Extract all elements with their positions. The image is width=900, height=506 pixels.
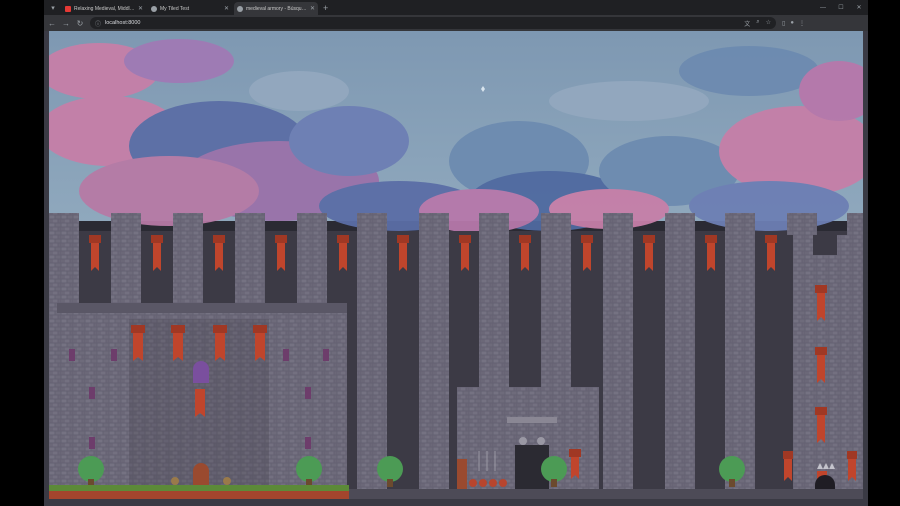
viewport-border-right (863, 31, 868, 499)
left-keep (49, 303, 349, 499)
close-tab-icon[interactable]: ✕ (224, 5, 229, 12)
translate-icon[interactable]: 文 (744, 19, 750, 28)
youtube-favicon-icon (65, 5, 71, 12)
address-bar[interactable]: ⓘ localhost:8000 文 ⌕ ☆ (90, 17, 776, 29)
tab-youtube[interactable]: Relaxing Medieval, Middle Ag ✕ (62, 2, 146, 15)
globe-favicon-icon (151, 5, 157, 12)
sidebar-icon[interactable]: ▯ (782, 20, 785, 27)
tab-search[interactable]: medieval armory - Búsqueda c ✕ (234, 2, 318, 15)
tab-tiled-test[interactable]: My Tiled Test ✕ (148, 2, 232, 15)
tab-strip: ▾ Relaxing Medieval, Middle Ag ✕ My Tile… (44, 0, 868, 15)
profile-icon[interactable]: ● (790, 20, 794, 27)
maximize-icon[interactable]: ☐ (832, 0, 850, 15)
tree (719, 456, 745, 482)
zoom-icon[interactable]: ⌕ (756, 19, 759, 28)
right-tower (783, 235, 863, 499)
minimize-icon[interactable]: — (814, 0, 832, 15)
navigation-toolbar: ← → ↻ ⓘ localhost:8000 文 ⌕ ☆ ▯ ● ⋮ (44, 15, 868, 31)
back-icon[interactable]: ← (46, 17, 58, 29)
address-text: localhost:8000 (105, 20, 141, 26)
viewport-border-bottom (44, 499, 868, 506)
armory-building (457, 387, 599, 499)
page-viewport (44, 31, 868, 506)
forward-icon[interactable]: → (60, 17, 72, 29)
menu-icon[interactable]: ⋮ (799, 20, 805, 27)
reload-icon[interactable]: ↻ (74, 17, 86, 29)
google-favicon-icon (237, 5, 243, 12)
tab-title: My Tiled Test (160, 5, 190, 12)
bookmark-star-icon[interactable]: ☆ (766, 19, 771, 28)
close-window-icon[interactable]: ✕ (850, 0, 868, 15)
close-tab-icon[interactable]: ✕ (310, 5, 315, 12)
close-tab-icon[interactable]: ✕ (138, 5, 143, 12)
tab-search-icon[interactable]: ▾ (44, 0, 62, 15)
site-info-icon[interactable]: ⓘ (95, 19, 101, 28)
tab-title: medieval armory - Búsqueda c (246, 5, 308, 12)
stained-window (193, 361, 209, 383)
tree (377, 456, 403, 482)
window-controls: — ☐ ✕ (814, 0, 868, 15)
browser-window: ▾ Relaxing Medieval, Middle Ag ✕ My Tile… (44, 0, 868, 506)
new-tab-button[interactable]: + (323, 2, 328, 15)
stone-floor (349, 489, 863, 499)
grass-ground (49, 485, 349, 491)
game-canvas[interactable] (49, 31, 863, 499)
tab-title: Relaxing Medieval, Middle Ag (74, 5, 136, 12)
